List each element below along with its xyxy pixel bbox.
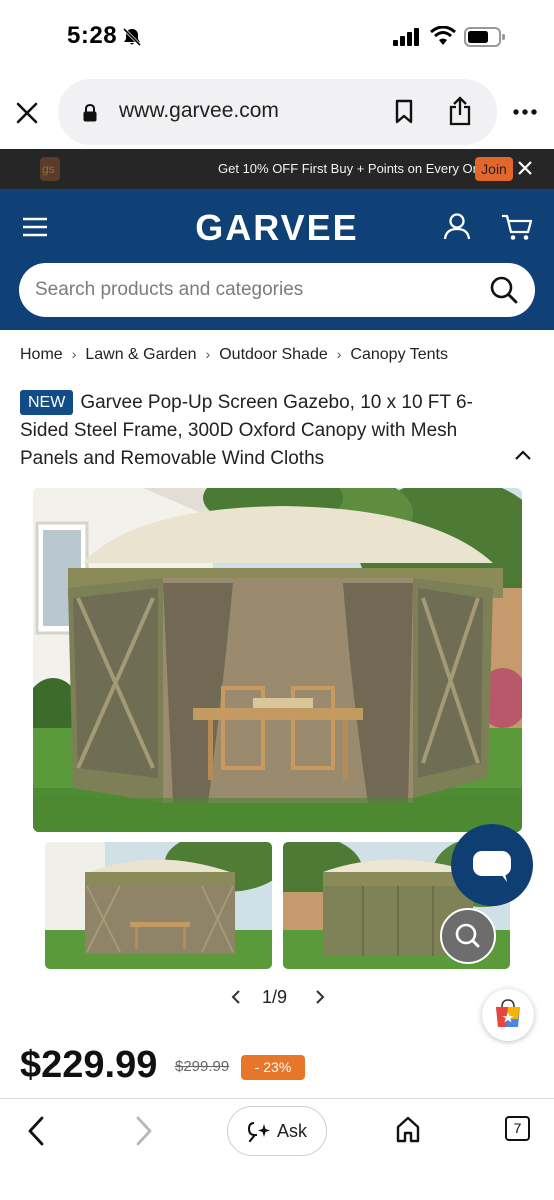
bookmark-icon[interactable] [394, 99, 414, 125]
url-text[interactable]: www.garvee.com [119, 99, 279, 123]
home-icon[interactable] [395, 1115, 421, 1143]
ask-button[interactable]: Ask [227, 1106, 327, 1156]
search-input[interactable] [35, 275, 475, 305]
promo-tag: gs [40, 157, 60, 181]
more-icon[interactable] [513, 109, 537, 115]
product-thumbnail[interactable] [45, 842, 272, 969]
lock-icon [83, 104, 97, 122]
join-button[interactable]: Join [475, 157, 513, 181]
sparkle-icon [247, 1122, 270, 1143]
chevron-right-icon[interactable] [134, 1116, 154, 1146]
tab-switcher[interactable]: 7 [505, 1116, 530, 1141]
zoom-icon [455, 923, 480, 948]
chevron-left-icon[interactable] [230, 990, 242, 1004]
share-icon[interactable] [448, 96, 472, 126]
breadcrumb-lawn-garden[interactable]: Lawn & Garden [85, 346, 196, 363]
chevron-left-icon[interactable] [26, 1116, 46, 1146]
battery-icon [464, 27, 505, 47]
new-badge: NEW [20, 390, 74, 415]
breadcrumb-canopy-tents[interactable]: Canopy Tents [350, 346, 448, 363]
breadcrumb-separator: › [205, 346, 211, 362]
zoom-button[interactable] [440, 908, 496, 964]
product-title-text: Garvee Pop-Up Screen Gazebo, 10 x 10 FT … [20, 392, 473, 469]
breadcrumb-home[interactable]: Home [20, 346, 63, 363]
user-icon[interactable] [443, 212, 471, 240]
site-header: GARVEE [0, 189, 554, 330]
current-price: $229.99 [20, 1044, 158, 1086]
signal-icon [393, 28, 419, 46]
chevron-up-icon[interactable] [514, 449, 532, 461]
chat-icon [473, 851, 511, 882]
browser-toolbar: Ask 7 [0, 1098, 554, 1200]
ask-label: Ask [277, 1121, 308, 1141]
promo-text: Get 10% OFF First Buy + Points on Every … [218, 161, 496, 176]
close-promo-icon[interactable] [517, 160, 533, 176]
breadcrumb-outdoor-shade[interactable]: Outdoor Shade [219, 346, 328, 363]
original-price: $299.99 [175, 1058, 230, 1075]
status-bar: 5:28 [0, 0, 554, 75]
search-bar[interactable] [19, 263, 535, 317]
discount-badge: - 23% [241, 1055, 305, 1080]
image-pager: 1/9 [0, 985, 554, 1009]
chat-button[interactable] [451, 824, 533, 906]
promo-bar: gs Get 10% OFF First Buy + Points on Eve… [0, 149, 554, 189]
breadcrumb: Home › Lawn & Garden › Outdoor Shade › Canopy … [20, 346, 448, 364]
browser-bar: www.garvee.com [0, 75, 554, 149]
breadcrumb-separator: › [336, 346, 342, 362]
close-icon[interactable] [15, 101, 39, 125]
search-icon[interactable] [489, 275, 519, 305]
status-time: 5:28 [67, 22, 118, 49]
product-title: NEW Garvee Pop-Up Screen Gazebo, 10 x 10 … [20, 389, 515, 473]
product-main-image[interactable] [33, 488, 522, 832]
breadcrumb-separator: › [71, 346, 77, 362]
bell-slash-icon [122, 27, 142, 47]
wifi-icon [430, 26, 456, 45]
gazebo-photo [33, 488, 522, 832]
image-counter: 1/9 [262, 987, 288, 1007]
cart-icon[interactable] [501, 213, 533, 241]
gazebo-thumbnail-front [45, 842, 272, 969]
chevron-right-icon[interactable] [314, 990, 326, 1004]
